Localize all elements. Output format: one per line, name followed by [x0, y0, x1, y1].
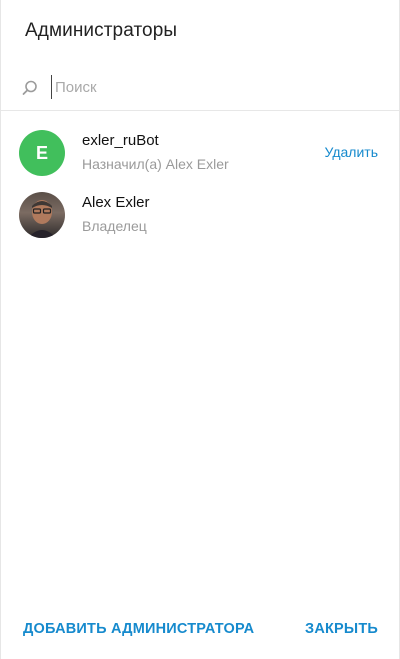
admin-name: Alex Exler [82, 194, 150, 211]
search-icon [21, 79, 39, 97]
admin-row[interactable]: Alex Exler Владелец [1, 182, 399, 244]
dialog-footer: ДОБАВИТЬ АДМИНИСТРАТОРА ЗАКРЫТЬ [1, 615, 399, 643]
dialog-title: Администраторы [25, 20, 178, 41]
admin-subtitle: Владелец [82, 218, 147, 234]
avatar-initial: E [35, 142, 48, 163]
admin-subtitle: Назначил(а) Alex Exler [82, 156, 229, 172]
avatar: E [19, 130, 65, 176]
admin-list: E exler_ruBot Назначил(а) Alex Exler Уда… [1, 120, 399, 244]
user-photo-icon [28, 200, 56, 238]
remove-admin-button[interactable]: Удалить [325, 144, 378, 160]
avatar [19, 192, 65, 238]
admin-row[interactable]: E exler_ruBot Назначил(а) Alex Exler Уда… [1, 120, 399, 182]
search-input[interactable] [51, 75, 375, 99]
close-button[interactable]: ЗАКРЫТЬ [305, 621, 378, 637]
admin-name: exler_ruBot [82, 132, 159, 149]
add-admin-button[interactable]: ДОБАВИТЬ АДМИНИСТРАТОРА [23, 621, 254, 637]
search-bar [1, 66, 399, 111]
admins-dialog: Администраторы E exler_ruBot Назначил(а)… [0, 0, 400, 659]
